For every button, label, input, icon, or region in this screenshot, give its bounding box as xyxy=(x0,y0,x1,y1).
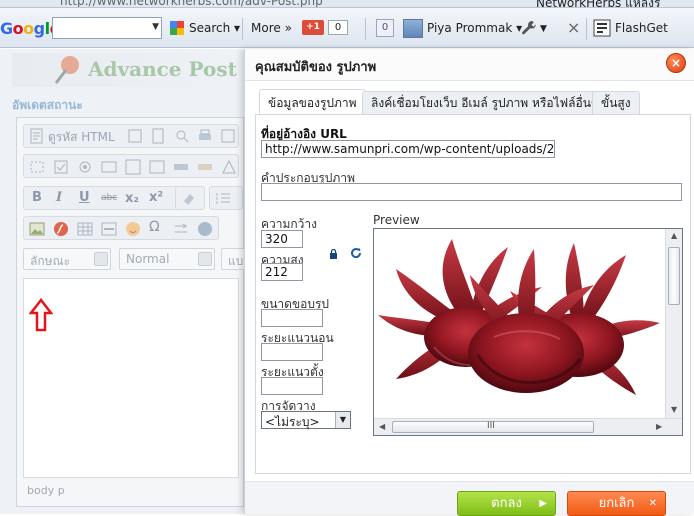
image-info-panel: ที่อยู่อ้างอิง URL http://www.samunpri.c… xyxy=(255,114,691,474)
address-bar[interactable]: http://www.networkherbs.com/adv-Post.php… xyxy=(0,0,694,8)
url-field[interactable]: http://www.samunpri.com/wp-content/uploa… xyxy=(261,140,555,158)
globe-icon[interactable] xyxy=(197,221,213,237)
smiley-icon[interactable] xyxy=(125,221,141,237)
image-preview: ▲ ▼ ◀ III ▶ xyxy=(373,228,683,436)
advance-post-title: Advance Post xyxy=(88,57,237,81)
superscript-button[interactable]: x² xyxy=(149,190,163,205)
ok-button[interactable]: ตกลง ▶ xyxy=(457,491,556,516)
tab-image-info[interactable]: ข้อมูลของรูปภาพ xyxy=(259,89,366,115)
flash-icon[interactable] xyxy=(53,221,69,237)
radio-icon[interactable] xyxy=(77,159,93,175)
checkbox-icon[interactable] xyxy=(53,159,69,175)
caption-field[interactable] xyxy=(261,183,682,201)
format-select[interactable]: Normal xyxy=(119,248,215,270)
chevron-down-icon[interactable]: ▼ xyxy=(335,412,350,428)
search-button[interactable]: Search ▾ xyxy=(189,21,240,35)
pushpin-icon xyxy=(54,56,79,84)
html-source-button[interactable]: ดูรหัส HTML xyxy=(48,128,115,147)
source-icon[interactable] xyxy=(29,128,45,144)
bold-button[interactable]: B xyxy=(32,190,42,205)
user-menu[interactable]: Piya Prommak ▾ xyxy=(427,21,522,35)
google-toolbar: Google ▼ Search ▾ More » +1 0 0 Piya Pro… xyxy=(0,8,694,48)
new-page-icon[interactable] xyxy=(150,128,166,144)
preview-vertical-scrollbar[interactable]: ▲ ▼ xyxy=(665,229,682,420)
dialog-title: คุณสมบัติของ รูปภาพ xyxy=(255,60,377,75)
chevron-down-icon[interactable]: ▼ xyxy=(152,22,159,32)
vspace-field[interactable] xyxy=(261,377,323,395)
font-select[interactable]: แบบ xyxy=(221,248,251,270)
chevron-down-icon[interactable]: ▼ xyxy=(540,24,547,34)
horizontal-rule-icon[interactable] xyxy=(101,221,117,237)
align-select[interactable]: <ไม่ระบุ> ▼ xyxy=(261,411,351,429)
style-select[interactable]: ลักษณะ xyxy=(23,248,111,270)
textarea-icon[interactable] xyxy=(125,159,141,175)
image-icon[interactable] xyxy=(29,221,45,237)
google-logo[interactable]: Google xyxy=(0,19,60,38)
eraser-icon[interactable] xyxy=(181,190,197,206)
roselle-flower-image xyxy=(378,239,660,395)
element-path: body p xyxy=(27,484,65,497)
preview-horizontal-scrollbar[interactable]: ◀ III ▶ xyxy=(374,418,682,435)
table-icon[interactable] xyxy=(77,221,93,237)
dialog-header[interactable]: คุณสมบัติของ รูปภาพ × xyxy=(245,49,694,81)
lock-ratio-icon[interactable] xyxy=(329,249,338,259)
image-properties-dialog: คุณสมบัติของ รูปภาพ × ข้อมูลของรูปภาพ ลิ… xyxy=(244,49,694,516)
underline-button[interactable]: U xyxy=(79,190,90,205)
reset-size-icon[interactable] xyxy=(350,247,362,259)
user-avatar[interactable] xyxy=(403,19,423,38)
address-url[interactable]: http://www.networkherbs.com/adv-Post.php xyxy=(60,0,323,7)
more-button[interactable]: More » xyxy=(251,21,292,35)
background-page: Advance Post อัพเดตสถานะ ดูรหัส HTML B I… xyxy=(0,49,251,514)
textfield-icon[interactable] xyxy=(101,159,117,175)
subscript-button[interactable]: x₂ xyxy=(125,191,139,206)
print-icon[interactable] xyxy=(197,128,213,144)
italic-button[interactable]: I xyxy=(56,190,62,205)
close-icon[interactable]: × xyxy=(567,18,580,37)
browser-tab[interactable]: NetworkHerbs แหล่งร xyxy=(536,0,660,7)
tab-link[interactable]: ลิงค์เชื่อมโยงเว็บ อีเมล์ รูปภาพ หรือไฟล… xyxy=(362,91,607,115)
dialog-footer: ตกลง ▶ ยกเลิก ✕ xyxy=(245,481,694,516)
height-field[interactable]: 212 xyxy=(261,263,303,281)
width-field[interactable]: 320 xyxy=(261,230,303,248)
strike-button[interactable]: abc xyxy=(101,193,117,203)
status-update-label: อัพเดตสถานะ xyxy=(12,98,83,112)
google-search-input[interactable]: ▼ xyxy=(52,17,162,39)
flashget-icon[interactable] xyxy=(593,19,611,37)
flashget-button[interactable]: FlashGet xyxy=(615,21,668,35)
toolbar-divider xyxy=(242,18,243,40)
close-icon[interactable]: × xyxy=(666,53,686,73)
select-all-icon[interactable] xyxy=(29,159,45,175)
dialog-tabs: ข้อมูลของรูปภาพ ลิงค์เชื่อมโยงเว็บ อีเมล… xyxy=(255,89,687,115)
gplus-button[interactable]: +1 xyxy=(302,20,324,35)
border-field[interactable] xyxy=(261,309,323,327)
wrench-icon[interactable] xyxy=(521,20,537,36)
page-break-icon[interactable] xyxy=(173,221,189,237)
save-icon[interactable] xyxy=(127,128,143,144)
preview-label: Preview xyxy=(373,213,420,227)
red-up-arrow-annotation xyxy=(29,298,53,332)
google-search-icon[interactable] xyxy=(169,20,185,36)
image-button-icon[interactable] xyxy=(197,159,213,175)
toolbar-divider xyxy=(586,18,587,40)
select-field-icon[interactable] xyxy=(149,159,165,175)
toolbar-divider xyxy=(365,18,366,40)
special-char-button[interactable]: Ω xyxy=(149,219,160,235)
play-icon: ▶ xyxy=(539,498,547,509)
button-field-icon[interactable] xyxy=(173,159,189,175)
tab-advanced[interactable]: ขั้นสูง xyxy=(592,91,640,115)
close-icon: ✕ xyxy=(648,498,657,509)
editor-content-area[interactable] xyxy=(23,278,239,478)
gplus-count: 0 xyxy=(328,20,348,35)
notification-count[interactable]: 0 xyxy=(376,19,394,37)
hspace-field[interactable] xyxy=(261,343,323,361)
hidden-field-icon[interactable] xyxy=(221,159,237,175)
cancel-button[interactable]: ยกเลิก ✕ xyxy=(567,491,666,516)
templates-icon[interactable] xyxy=(220,128,236,144)
numbered-list-icon[interactable] xyxy=(215,190,231,206)
preview-icon[interactable] xyxy=(174,128,190,144)
